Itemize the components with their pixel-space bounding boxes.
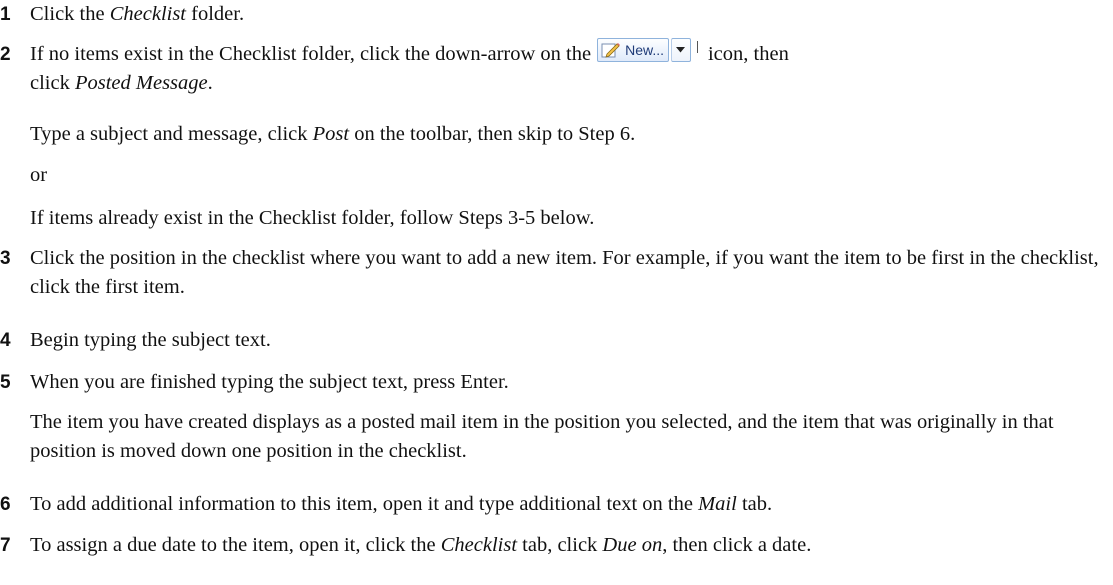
new-button-image: New... xyxy=(597,38,706,63)
step-2-or: or xyxy=(30,164,48,186)
step-text: If no items exist in the Checklist folde… xyxy=(30,38,1110,98)
step-number: 5 xyxy=(0,372,11,393)
ui-term: Posted Message xyxy=(74,72,208,94)
step-2-note: Type a subject and message, click Post o… xyxy=(30,123,636,145)
step-2-alt: If items already exist in the Checklist … xyxy=(30,207,595,229)
ui-term: Post xyxy=(312,123,350,145)
step-number: 6 xyxy=(0,494,11,515)
step-text: To add additional information to this it… xyxy=(30,493,773,515)
new-button: New... xyxy=(597,38,669,63)
ui-term: Mail xyxy=(698,493,737,515)
chevron-down-icon xyxy=(670,38,691,63)
pencil-paper-icon xyxy=(601,43,621,58)
step-number: 2 xyxy=(0,44,11,65)
step-number: 1 xyxy=(0,4,11,25)
step-5-note: The item you have created displays as a … xyxy=(30,411,1054,462)
step-number: 7 xyxy=(0,535,11,556)
separator xyxy=(696,41,698,54)
step-number: 4 xyxy=(0,330,11,351)
ui-term: Checklist xyxy=(440,534,518,556)
step-text: When you are finished typing the subject… xyxy=(30,371,509,393)
step-text: Click the position in the checklist wher… xyxy=(30,247,1099,298)
ui-term: Due on xyxy=(602,534,663,556)
step-text: To assign a due date to the item, open i… xyxy=(30,534,812,556)
step-text: Begin typing the subject text. xyxy=(30,329,271,351)
ui-term: Checklist xyxy=(109,3,187,25)
step-number: 3 xyxy=(0,248,11,269)
step-text: Click the Checklist folder. xyxy=(30,3,245,25)
